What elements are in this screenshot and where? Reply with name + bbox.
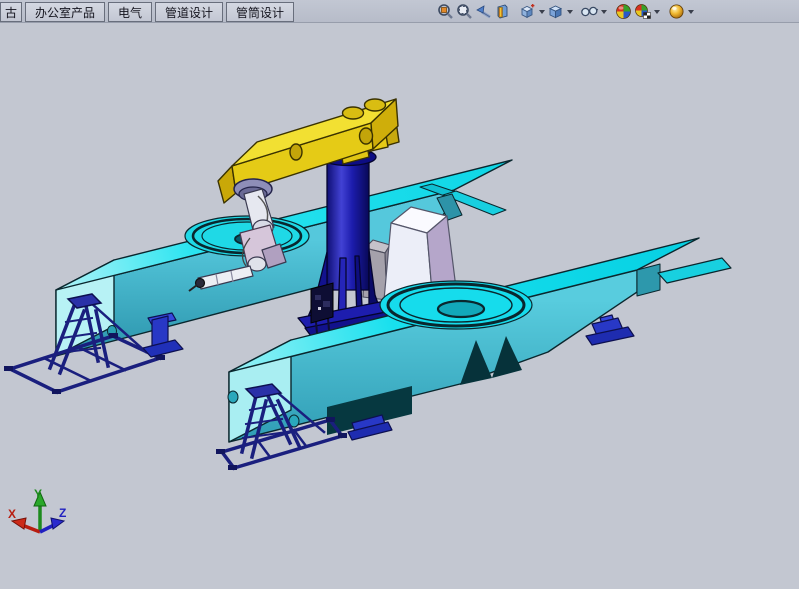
axis-label-x: X <box>8 507 16 521</box>
hide-show-items-dropdown[interactable] <box>599 3 608 21</box>
view-settings-icon[interactable] <box>667 3 686 21</box>
display-style-dropdown[interactable] <box>565 3 574 21</box>
tab-tube-design[interactable]: 管筒设计 <box>226 2 294 22</box>
tab-label: 管道设计 <box>165 4 213 21</box>
commandmanager-tabs: 古 办公室产品 电气 管道设计 管筒设计 <box>0 2 294 22</box>
previous-view-icon[interactable] <box>474 3 493 21</box>
tab-label: 管筒设计 <box>236 4 284 21</box>
command-bar: 古 办公室产品 电气 管道设计 管筒设计 <box>0 0 799 23</box>
graphics-viewport[interactable]: Y X Z <box>0 23 799 589</box>
view-orientation-icon[interactable] <box>518 3 537 21</box>
edit-appearance-icon[interactable] <box>614 3 633 21</box>
axis-label-y: Y <box>34 487 42 501</box>
tab-clipped[interactable]: 古 <box>0 2 22 22</box>
tab-label: 办公室产品 <box>35 4 95 21</box>
tab-electrical[interactable]: 电气 <box>108 2 152 22</box>
heads-up-view-toolbar <box>436 2 695 21</box>
view-orientation-dropdown[interactable] <box>537 3 546 21</box>
zoom-to-area-icon[interactable] <box>455 3 474 21</box>
apply-scene-icon[interactable] <box>633 3 652 21</box>
solidworks-window: { "toolbar": { "tabs": [ {"label": "古"},… <box>0 0 799 589</box>
hide-show-items-icon[interactable] <box>580 3 599 21</box>
apply-scene-dropdown[interactable] <box>652 3 661 21</box>
tab-piping-design[interactable]: 管道设计 <box>155 2 223 22</box>
tab-label: 电气 <box>118 4 142 21</box>
tab-office-products[interactable]: 办公室产品 <box>25 2 105 22</box>
display-style-icon[interactable] <box>546 3 565 21</box>
tab-label: 古 <box>5 4 17 21</box>
zoom-to-fit-icon[interactable] <box>436 3 455 21</box>
view-settings-dropdown[interactable] <box>686 3 695 21</box>
section-view-icon[interactable] <box>493 3 512 21</box>
axis-label-z: Z <box>59 506 66 520</box>
